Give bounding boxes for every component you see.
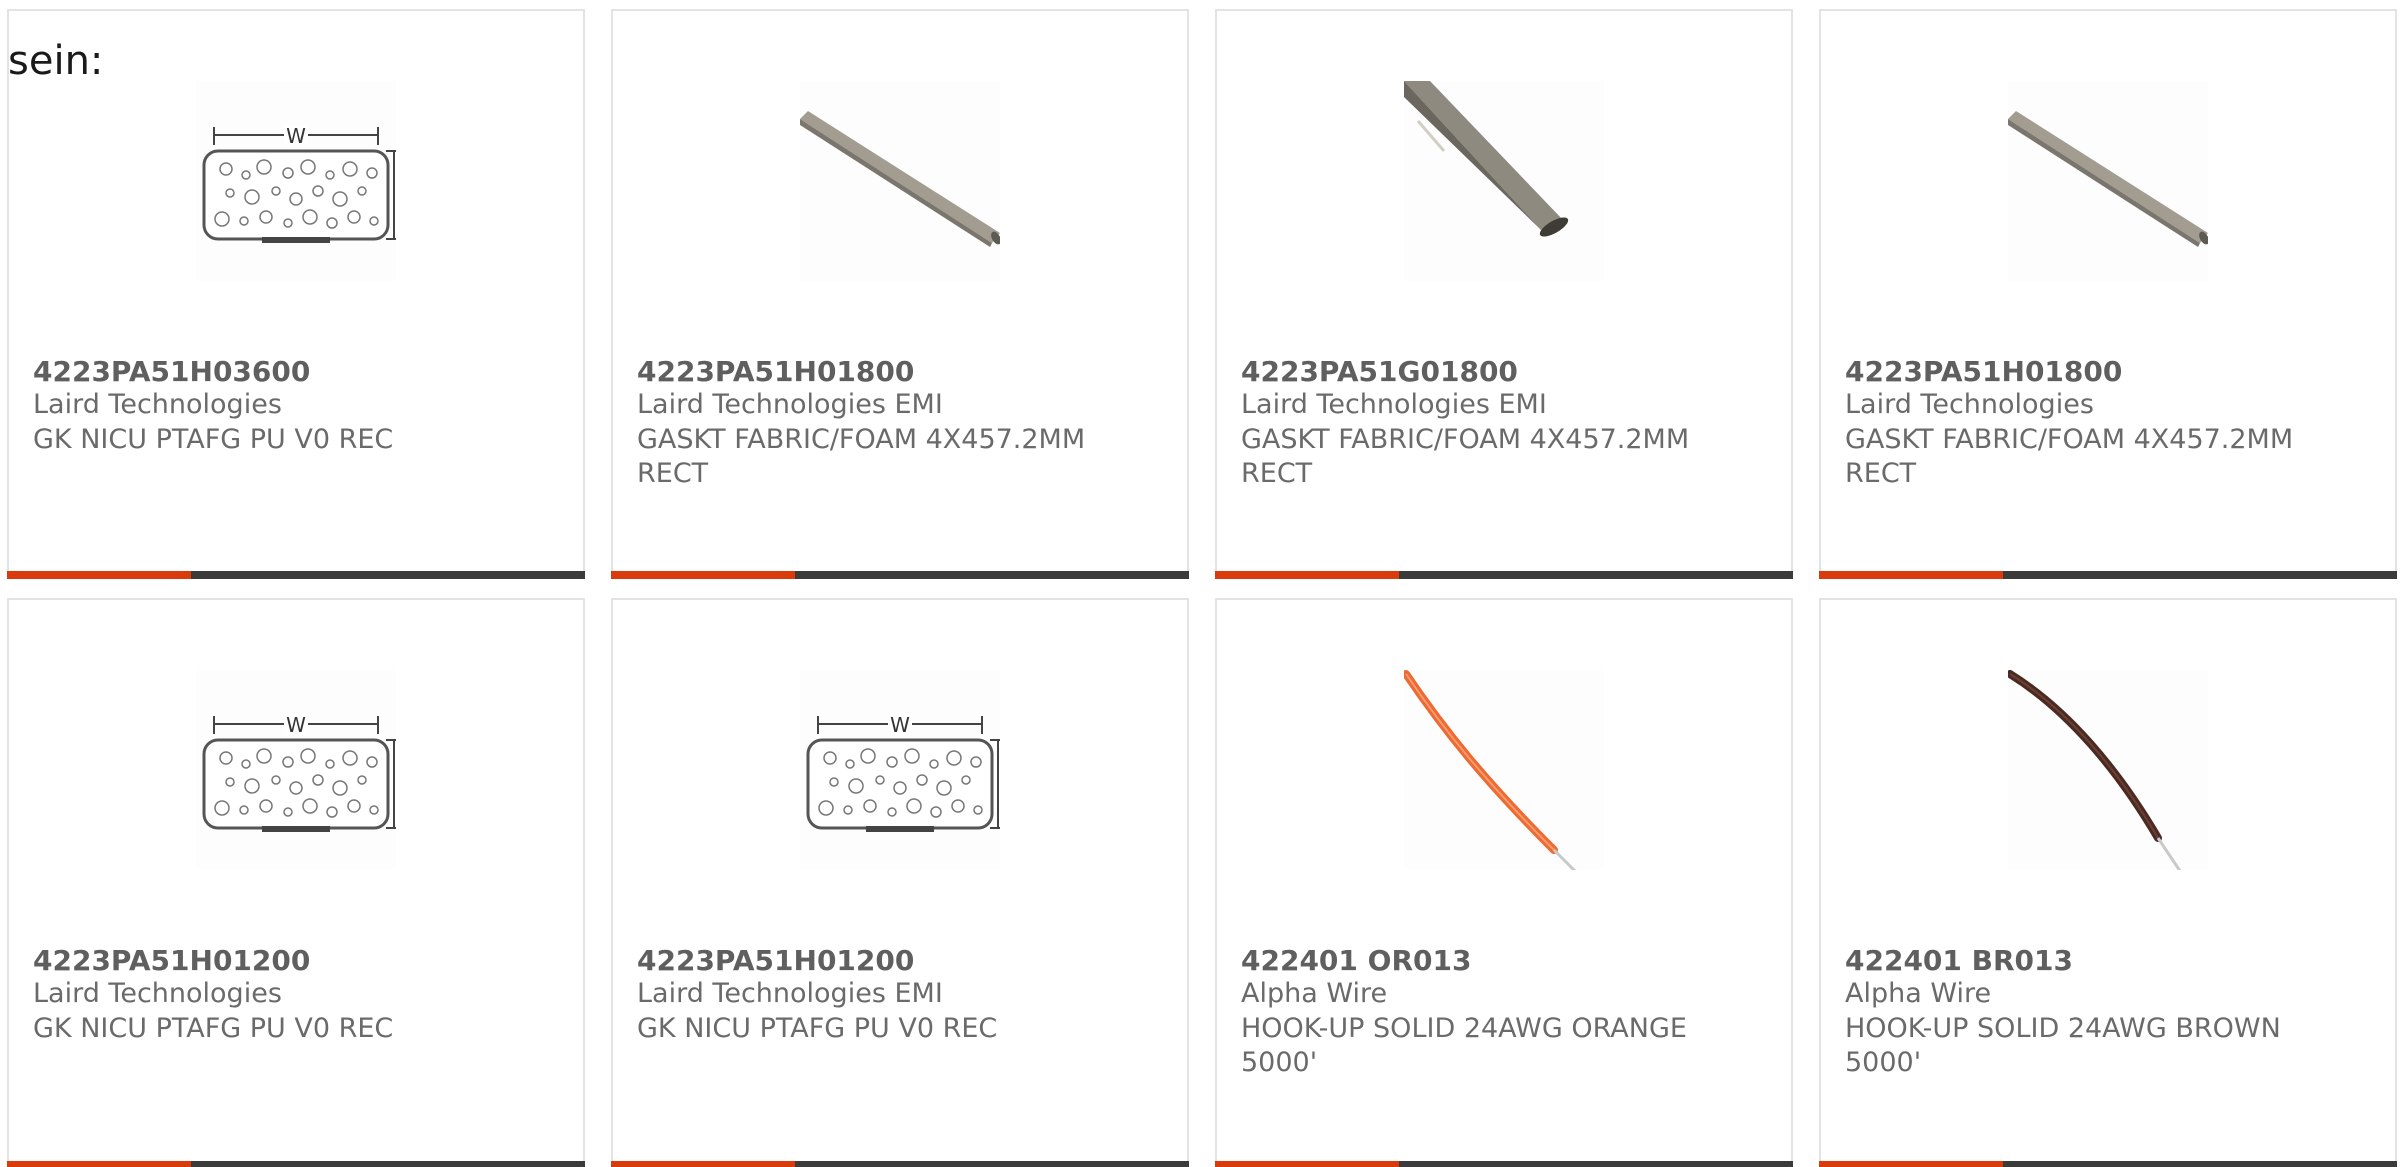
description: GASKT FABRIC/FOAM 4X457.2MM RECT (637, 424, 1086, 489)
gasket-diagram-icon: W (800, 670, 1000, 870)
part-number[interactable]: 4223PA51H01200 (33, 944, 310, 977)
description: HOOK-UP SOLID 24AWG ORANGE 5000' (1241, 1013, 1687, 1078)
gasket-strip-icon (800, 81, 1000, 281)
part-number[interactable]: 422401 BR013 (1845, 944, 2073, 977)
product-card[interactable]: 4223PA51G01800 Laird Technologies EMI GA… (1215, 9, 1793, 579)
part-number[interactable]: 4223PA51G01800 (1241, 355, 1518, 388)
card-footer-bar (1215, 1161, 1793, 1167)
part-number[interactable]: 4223PA51H03600 (33, 355, 310, 388)
product-grid: W 4223PA51H03600 Laird Technologies GK N… (0, 0, 2400, 1167)
card-footer-bar (1819, 571, 2397, 579)
description: GASKT FABRIC/FOAM 4X457.2MM RECT (1241, 424, 1690, 489)
product-card[interactable]: W 4223PA51H01200 L (7, 598, 585, 1167)
description: GK NICU PTAFG PU V0 REC (33, 424, 394, 455)
width-label: W (890, 713, 910, 737)
product-card[interactable]: W 4223PA51H01200 L (611, 598, 1189, 1167)
product-card[interactable]: 4223PA51H01800 Laird Technologies GASKT … (1819, 9, 2397, 579)
part-number[interactable]: 4223PA51H01800 (1845, 355, 2122, 388)
card-footer-bar (1215, 571, 1793, 579)
card-footer-bar (7, 1161, 585, 1167)
width-label: W (286, 124, 306, 148)
manufacturer: Alpha Wire (1845, 978, 1992, 1009)
manufacturer: Laird Technologies EMI (637, 389, 943, 420)
part-number[interactable]: 4223PA51H01800 (637, 355, 914, 388)
card-footer-bar (7, 571, 585, 579)
orange-wire-icon (1404, 670, 1604, 870)
product-card[interactable]: 4223PA51H01800 Laird Technologies EMI GA… (611, 9, 1189, 579)
product-card[interactable]: 422401 BR013 Alpha Wire HOOK-UP SOLID 24… (1819, 598, 2397, 1167)
description: HOOK-UP SOLID 24AWG BROWN 5000' (1845, 1013, 2281, 1078)
intro-text: sein: (8, 38, 104, 84)
description: GK NICU PTAFG PU V0 REC (33, 1013, 394, 1044)
product-card[interactable]: W 4223PA51H03600 Laird Technologies GK N… (7, 9, 585, 579)
gasket-strip-closeup-icon (1404, 81, 1604, 281)
part-number[interactable]: 4223PA51H01200 (637, 944, 914, 977)
description: GK NICU PTAFG PU V0 REC (637, 1013, 998, 1044)
manufacturer: Laird Technologies EMI (1241, 389, 1547, 420)
manufacturer: Laird Technologies (33, 389, 282, 420)
gasket-diagram-icon: W (196, 670, 396, 870)
card-footer-bar (1819, 1161, 2397, 1167)
part-number[interactable]: 422401 OR013 (1241, 944, 1471, 977)
manufacturer: Laird Technologies (33, 978, 282, 1009)
card-footer-bar (611, 1161, 1189, 1167)
description: GASKT FABRIC/FOAM 4X457.2MM RECT (1845, 424, 2294, 489)
manufacturer: Laird Technologies (1845, 389, 2094, 420)
manufacturer: Laird Technologies EMI (637, 978, 943, 1009)
card-footer-bar (611, 571, 1189, 579)
product-card[interactable]: 422401 OR013 Alpha Wire HOOK-UP SOLID 24… (1215, 598, 1793, 1167)
brown-wire-icon (2008, 670, 2208, 870)
manufacturer: Alpha Wire (1241, 978, 1388, 1009)
width-label: W (286, 713, 306, 737)
gasket-diagram-icon: W (196, 81, 396, 281)
gasket-strip-icon (2008, 81, 2208, 281)
